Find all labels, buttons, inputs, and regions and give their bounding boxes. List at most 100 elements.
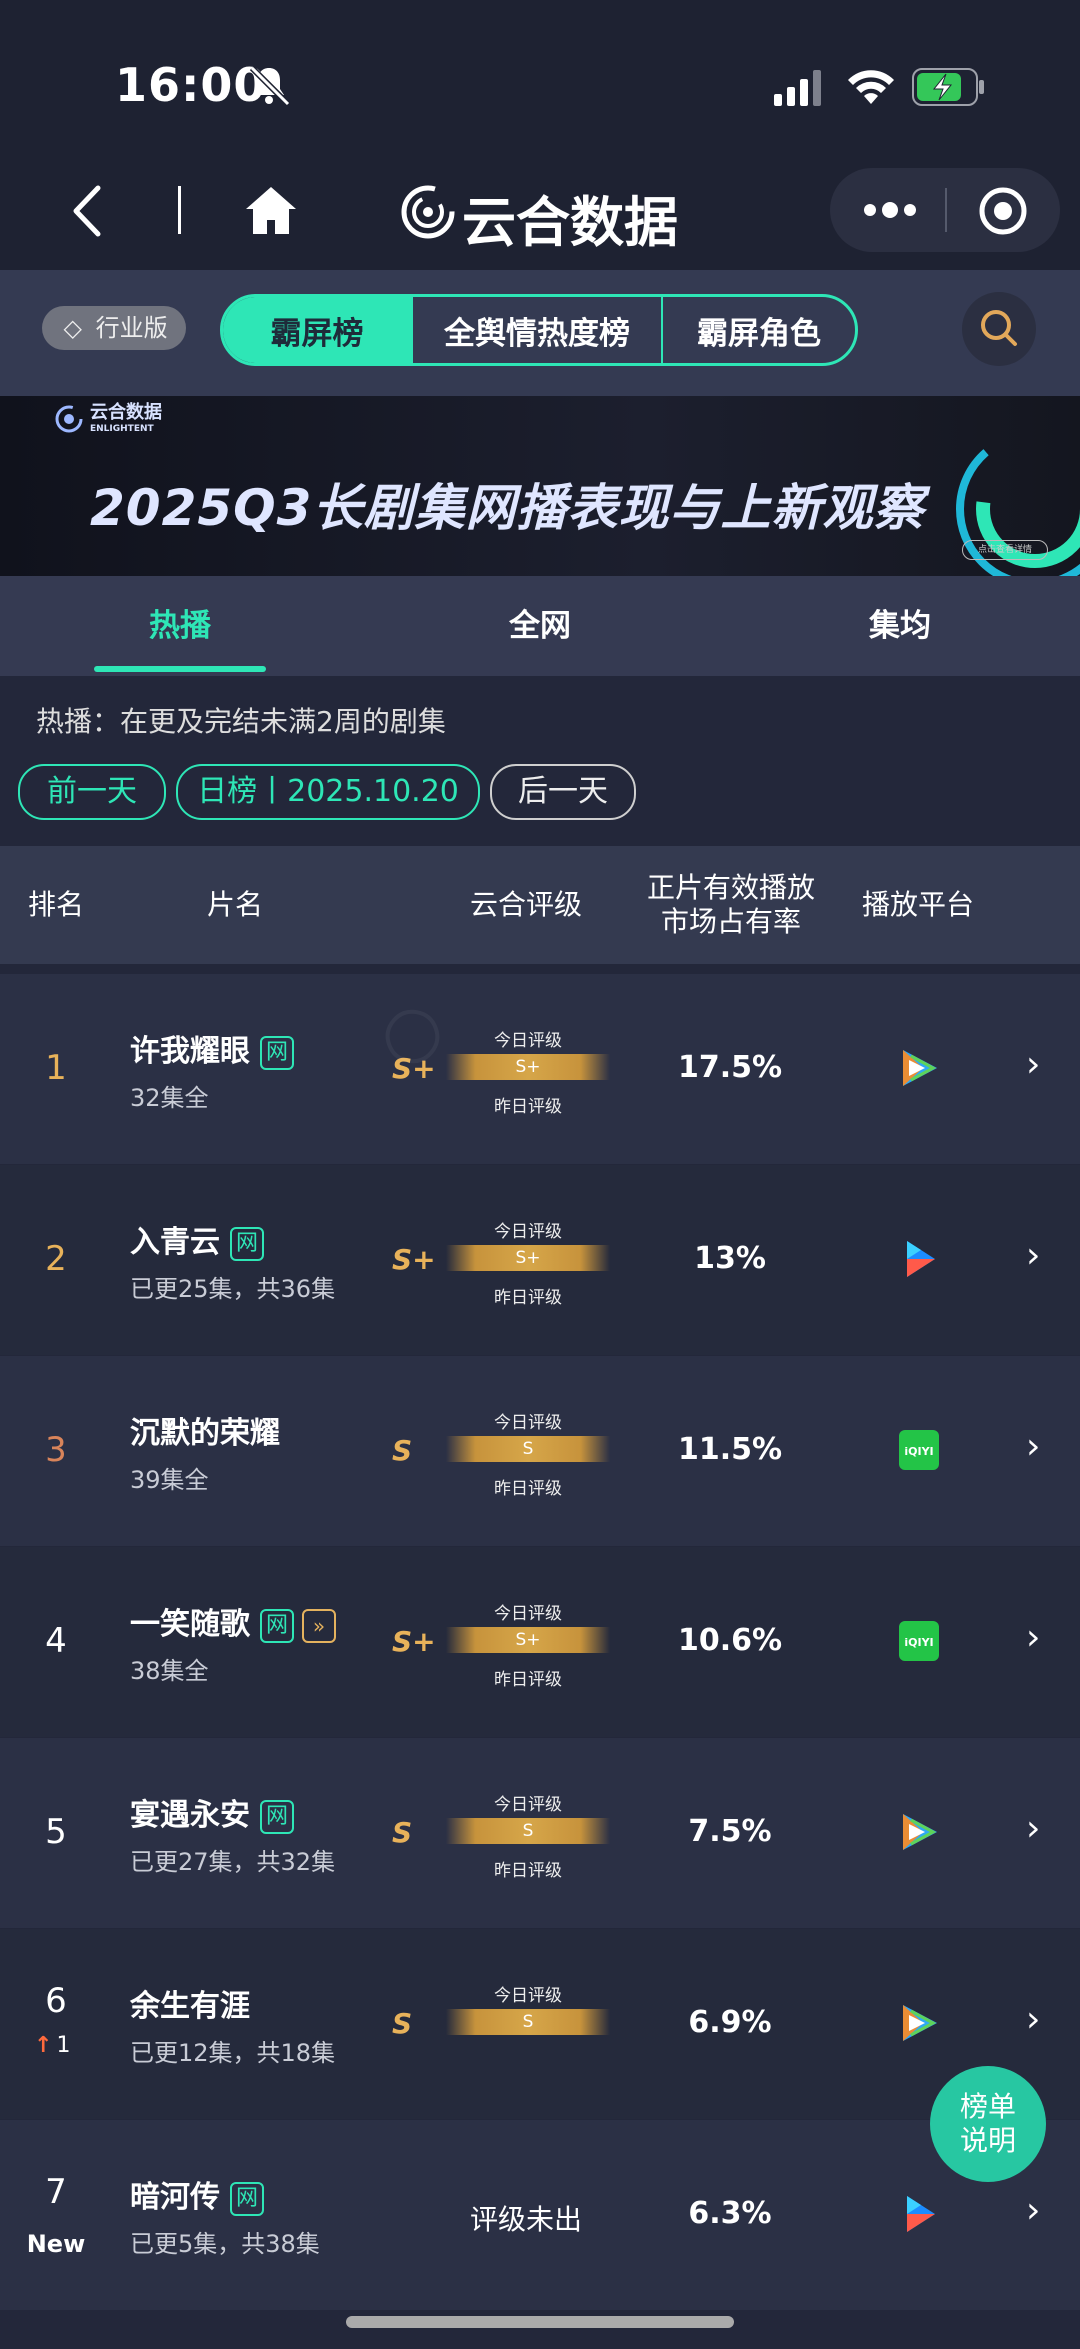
- rating-bar-grade: S: [522, 2012, 534, 2032]
- rank-number: 5: [45, 1812, 67, 1852]
- segment-bapingbang[interactable]: 霸屏榜: [223, 297, 413, 363]
- show-title-text: 许我耀眼: [130, 1034, 250, 1069]
- platform-logo: [897, 1046, 941, 1090]
- rating-bar: S: [446, 1436, 610, 1462]
- show-title: 沉默的荣耀: [130, 1408, 280, 1452]
- iqiyi-icon: iQIYI: [899, 1621, 939, 1661]
- market-share: 6.3%: [688, 2196, 772, 2231]
- tab-quanwang[interactable]: 全网: [360, 576, 720, 676]
- show-title-text: 暗河传: [130, 2180, 220, 2215]
- tencent-video-icon: [903, 1814, 937, 1850]
- home-icon[interactable]: [244, 184, 298, 236]
- rank-number: 4: [45, 1621, 67, 1661]
- search-button[interactable]: [962, 292, 1036, 366]
- rank-change: ↑ 1: [34, 2033, 70, 2058]
- home-indicator: [346, 2316, 734, 2328]
- chevron-right-icon[interactable]: ›: [1026, 2190, 1040, 2231]
- nav-title: 云合数据: [462, 191, 678, 254]
- yesterday-rating-label: 昨日评级: [494, 1861, 562, 1881]
- chevron-right-icon[interactable]: ›: [1026, 1617, 1040, 1658]
- rating-bar: S+: [446, 1054, 610, 1080]
- edition-badge[interactable]: ◇ 行业版: [42, 306, 186, 350]
- tab-rebo[interactable]: 热播: [0, 576, 360, 676]
- chevron-right-icon[interactable]: ›: [1026, 1808, 1040, 1849]
- rating-bar: S+: [446, 1627, 610, 1653]
- tencent-video-icon: [903, 1050, 937, 1086]
- show-title: 暗河传网: [130, 2172, 264, 2216]
- next-day-button[interactable]: 后一天: [490, 764, 636, 820]
- chevron-right-icon[interactable]: ›: [1026, 1235, 1040, 1276]
- edition-label: 行业版: [95, 314, 168, 342]
- platform-logo: [897, 1810, 941, 1854]
- episode-status: 已更27集，共32集: [130, 1848, 336, 1876]
- youku-icon: [907, 1241, 935, 1277]
- prev-day-button[interactable]: 前一天: [18, 764, 166, 820]
- show-title-text: 一笑随歌: [130, 1607, 250, 1642]
- banner-logo-en: ENLIGHTENT: [90, 424, 154, 434]
- episode-status: 已更12集，共18集: [130, 2039, 336, 2067]
- youku-icon: [907, 2196, 935, 2232]
- today-rating-label: 今日评级: [494, 1222, 562, 1242]
- header-title: 片名: [206, 888, 263, 921]
- web-drama-badge: 网: [260, 1608, 294, 1643]
- today-rating-label: 今日评级: [494, 1986, 562, 2006]
- episode-status: 39集全: [130, 1466, 209, 1494]
- rating-bar-grade: S+: [515, 1248, 541, 1268]
- rank-number: 2: [45, 1239, 67, 1279]
- rank-change-value: 1: [56, 2033, 71, 2058]
- rating-grade: S+: [392, 1243, 436, 1276]
- yesterday-rating-label: 昨日评级: [494, 1097, 562, 1117]
- svg-text:iQIYI: iQIYI: [904, 1445, 933, 1458]
- show-title: 宴遇永安网: [130, 1790, 294, 1834]
- episode-status: 已更5集，共38集: [130, 2230, 320, 2258]
- more-dots-icon[interactable]: [862, 196, 918, 224]
- banner-detail-button[interactable]: 点击查看详情: [962, 540, 1048, 560]
- banner-title: 2025Q3长剧集网播表现与上新观察: [90, 479, 925, 537]
- segment-quanyuqing[interactable]: 全舆情热度榜: [413, 297, 663, 363]
- rank-number: 6: [45, 1981, 67, 2021]
- brand-logo-icon: [401, 185, 455, 239]
- show-title: 一笑随歌网»: [130, 1599, 336, 1643]
- close-target-icon[interactable]: [978, 186, 1028, 236]
- show-title-text: 沉默的荣耀: [130, 1416, 280, 1451]
- yesterday-rating-label: 昨日评级: [494, 1288, 562, 1308]
- yesterday-rating-label: 昨日评级: [494, 1670, 562, 1690]
- chevron-right-icon[interactable]: ›: [1026, 1999, 1040, 2040]
- market-share: 7.5%: [688, 1814, 772, 1849]
- svg-text:iQIYI: iQIYI: [904, 1636, 933, 1649]
- rating-grade: S: [392, 2007, 413, 2040]
- wifi-icon: [848, 70, 894, 104]
- today-rating-label: 今日评级: [494, 1031, 562, 1051]
- fab-line2: 说明: [959, 2124, 1016, 2157]
- today-rating-label: 今日评级: [494, 1413, 562, 1433]
- tab-jijun[interactable]: 集均: [720, 576, 1080, 676]
- today-rating-label: 今日评级: [494, 1795, 562, 1815]
- show-title: 许我耀眼网: [130, 1026, 294, 1070]
- back-arrow-icon[interactable]: [68, 184, 108, 238]
- rating-bar: S: [446, 2009, 610, 2035]
- today-rating-label: 今日评级: [494, 1604, 562, 1624]
- yesterday-rating-label: 昨日评级: [494, 1479, 562, 1499]
- rating-grade: S: [392, 1434, 413, 1467]
- nav-divider: [178, 186, 181, 234]
- rating-grade: S+: [392, 1625, 436, 1658]
- ranking-explanation-button[interactable]: 榜单 说明: [930, 2066, 1046, 2182]
- rating-bar-grade: S: [522, 1821, 534, 1841]
- chevron-right-icon[interactable]: ›: [1026, 1426, 1040, 1467]
- market-share: 17.5%: [677, 1050, 783, 1085]
- show-title: 入青云网: [130, 1217, 264, 1261]
- capsule-divider: [945, 188, 947, 232]
- rank-number: 7: [45, 2172, 67, 2212]
- market-share: 13%: [694, 1241, 766, 1276]
- banner-logo-icon: [55, 405, 83, 433]
- rating-bar-grade: S+: [515, 1630, 541, 1650]
- diamond-icon: ◇: [63, 314, 82, 342]
- market-share: 10.6%: [677, 1623, 783, 1658]
- chevron-right-icon[interactable]: ›: [1026, 1044, 1040, 1085]
- current-date-button[interactable]: 日榜丨2025.10.20: [176, 764, 480, 820]
- episode-status: 已更25集，共36集: [130, 1275, 336, 1303]
- header-platform: 播放平台: [861, 888, 974, 921]
- rank-new-badge: New: [26, 2230, 86, 2258]
- segment-bapingjuese[interactable]: 霸屏角色: [663, 297, 855, 363]
- show-title: 余生有涯: [130, 1981, 250, 2025]
